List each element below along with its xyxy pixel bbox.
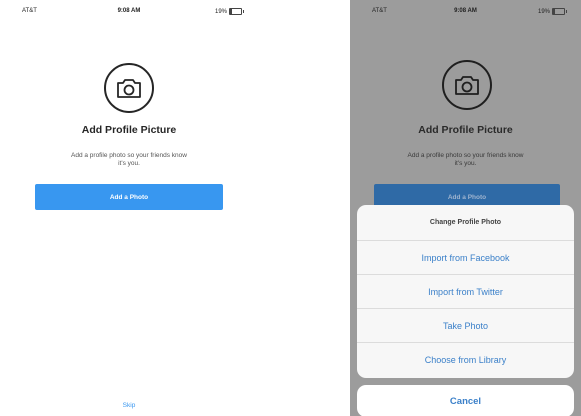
- profile-description: Add a profile photo so your friends know…: [71, 152, 187, 167]
- cancel-button[interactable]: Cancel: [357, 385, 574, 416]
- battery-fill: [553, 9, 556, 14]
- status-bar: AT&T 9:08 AM 19%: [350, 0, 581, 22]
- battery-indicator: 19%: [214, 8, 244, 15]
- take-photo-option[interactable]: Take Photo: [357, 308, 574, 342]
- action-sheet-title: Change Profile Photo: [429, 219, 502, 226]
- camera-glyph: [455, 75, 479, 95]
- page-title: Add Profile Picture: [81, 124, 177, 136]
- action-sheet: Change Profile Photo Import from Faceboo…: [357, 205, 574, 378]
- camera-icon[interactable]: [104, 63, 154, 113]
- status-bar: AT&T 9:08 AM 19%: [0, 0, 258, 22]
- choose-library-option[interactable]: Choose from Library: [357, 342, 574, 376]
- battery-percent: 19%: [537, 8, 550, 15]
- battery-indicator: 19%: [537, 8, 567, 15]
- change-photo-screen: AT&T 9:08 AM 19% Add Profile Picture Add…: [350, 0, 581, 416]
- page-title: Add Profile Picture: [418, 124, 513, 136]
- import-facebook-option[interactable]: Import from Facebook: [357, 240, 574, 274]
- add-photo-button[interactable]: Add a Photo: [35, 184, 223, 210]
- skip-link[interactable]: Skip: [0, 402, 258, 409]
- battery-percent: 19%: [214, 8, 227, 15]
- battery-icon: [552, 8, 567, 15]
- import-twitter-option[interactable]: Import from Twitter: [357, 274, 574, 308]
- divider-gap: [258, 0, 350, 416]
- camera-glyph: [117, 78, 141, 98]
- battery-fill: [230, 9, 233, 14]
- profile-description: Add a profile photo so your friends know…: [407, 152, 524, 167]
- battery-icon: [229, 8, 244, 15]
- profile-picture-screen: AT&T 9:08 AM 19% Add Profile Picture Add…: [0, 0, 258, 416]
- camera-icon: [442, 60, 492, 110]
